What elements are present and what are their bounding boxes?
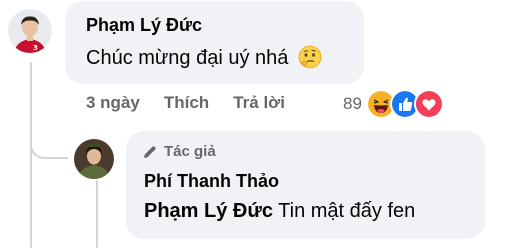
avatar-image xyxy=(74,139,114,179)
reply-text-content: Tin mật đấy fen xyxy=(272,200,416,222)
avatar[interactable]: 3 xyxy=(8,9,52,53)
avatar[interactable] xyxy=(74,139,114,179)
svg-text:3: 3 xyxy=(33,44,38,52)
comment-text-content: Chúc mừng đại uý nhá xyxy=(86,47,289,69)
reaction-icons xyxy=(365,89,444,119)
comment-timestamp[interactable]: 3 ngày xyxy=(86,93,140,113)
reply-text: Phạm Lý Đức Tin mật đấy fen xyxy=(144,200,415,223)
pencil-icon xyxy=(144,145,156,158)
reaction-count: 89 xyxy=(343,94,362,113)
thinking-face-emoji-icon xyxy=(298,45,322,69)
comment-author[interactable]: Phạm Lý Đức xyxy=(86,15,202,36)
love-reaction-icon xyxy=(413,89,444,119)
thread-line xyxy=(30,62,32,248)
reply-author[interactable]: Phí Thanh Thảo xyxy=(144,171,279,192)
avatar-image: 3 xyxy=(8,9,52,53)
comment-bubble: Phạm Lý Đức Chúc mừng đại uý nhá xyxy=(65,1,364,84)
author-badge: Tác giả xyxy=(142,143,216,160)
author-badge-label: Tác giả xyxy=(164,143,216,160)
thread-connector xyxy=(30,133,68,159)
reply-thread-line xyxy=(96,180,98,248)
reply-bubble: Tác giả Phí Thanh Thảo Phạm Lý Đức Tin m… xyxy=(126,131,485,239)
like-button[interactable]: Thích xyxy=(164,93,209,113)
comment-text: Chúc mừng đại uý nhá xyxy=(86,45,322,70)
mention-link[interactable]: Phạm Lý Đức xyxy=(144,200,273,222)
reply-button[interactable]: Trả lời xyxy=(233,93,285,113)
reactions-summary[interactable]: 89 xyxy=(343,89,444,119)
comment-actions: 3 ngày Thích Trả lời xyxy=(86,93,285,113)
